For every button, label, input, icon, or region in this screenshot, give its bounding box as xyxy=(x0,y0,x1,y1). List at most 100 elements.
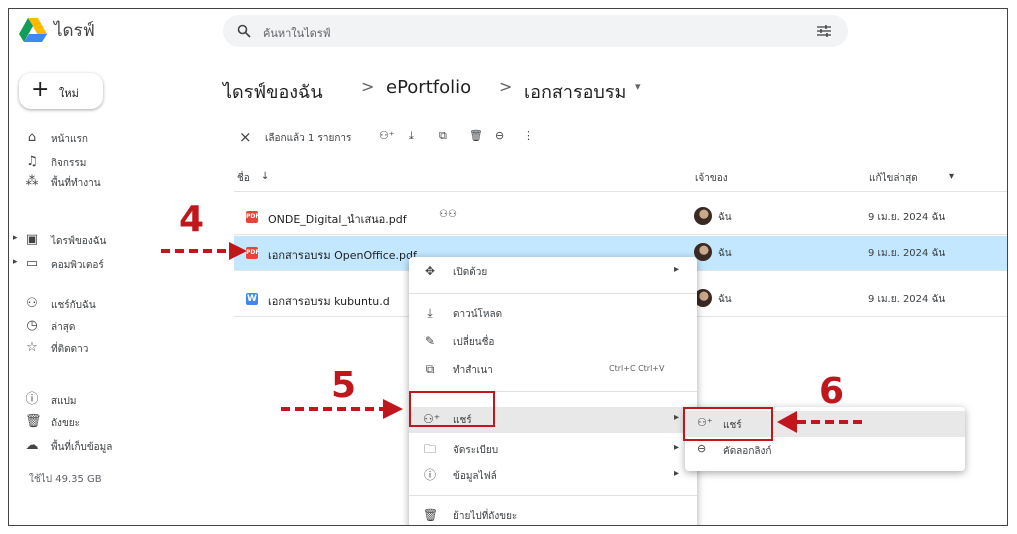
sidebar-item-label: กิจกรรม xyxy=(51,158,87,169)
bell-icon: ♫ xyxy=(26,154,38,169)
file-modified: 9 เม.ย. 2024 ฉัน xyxy=(868,248,946,259)
trash-icon[interactable]: 🗑 xyxy=(469,129,483,142)
my-drive-icon: ▣ xyxy=(25,232,39,247)
link-icon: ⊖ xyxy=(697,442,707,455)
menu-divider xyxy=(409,293,697,294)
sidebar-item-label: ที่ติดดาว xyxy=(51,344,89,355)
submenu-arrow-icon: ▸ xyxy=(673,412,679,423)
sidebar-item-shared[interactable]: ⚇ แชร์กับฉัน xyxy=(9,295,209,317)
app-name: ไดรฟ์ xyxy=(54,21,95,41)
doc-file-icon: W xyxy=(246,293,258,305)
menu-item-file-info[interactable]: ⓘ ข้อมูลไฟล์ ▸ xyxy=(409,463,697,489)
more-actions-icon[interactable]: ⋮ xyxy=(523,129,534,142)
submenu-arrow-icon: ▸ xyxy=(673,442,679,453)
sidebar-item-home[interactable]: ⌂ หน้าแรก xyxy=(9,129,209,151)
sidebar-item-label: ถังขยะ xyxy=(51,418,81,429)
arrow-step-5-icon xyxy=(281,399,403,419)
expand-caret-icon[interactable]: ▸ xyxy=(13,257,18,267)
sidebar-item-label: หน้าแรก xyxy=(51,134,88,145)
new-label: ใหม่ xyxy=(59,87,79,100)
pdf-file-icon: PDF xyxy=(246,211,259,223)
column-owner: เจ้าของ xyxy=(695,173,728,184)
breadcrumb-mid[interactable]: ePortfolio xyxy=(386,77,471,98)
search-input[interactable]: ค้นหาในไดรฟ์ xyxy=(263,24,331,42)
menu-item-rename[interactable]: ✎ เปลี่ยนชื่อ xyxy=(409,329,697,355)
sidebar-item-recent[interactable]: ◷ ล่าสุด xyxy=(9,317,209,339)
file-name: เอกสารอบรม kubuntu.d xyxy=(268,295,390,308)
column-name[interactable]: ชื่อ xyxy=(237,171,250,186)
menu-item-copy[interactable]: ⧉ ทำสำเนา Ctrl+C Ctrl+V xyxy=(409,357,697,383)
sidebar-item-workspaces[interactable]: ⁂ พื้นที่ทำงาน xyxy=(9,173,209,195)
shortcut-label: Ctrl+C Ctrl+V xyxy=(609,364,665,373)
sidebar-item-activity[interactable]: ♫ กิจกรรม xyxy=(9,153,209,175)
menu-item-download[interactable]: ⤓ ดาวน์โหลด xyxy=(409,301,697,327)
sidebar-item-storage[interactable]: ☁ พื้นที่เก็บข้อมูล xyxy=(9,437,209,459)
expand-caret-icon[interactable]: ▸ xyxy=(13,233,18,243)
menu-item-label: เปิดด้วย xyxy=(453,267,488,278)
menu-item-label: เปลี่ยนชื่อ xyxy=(453,337,495,348)
submenu-item-label: คัดลอกลิงก์ xyxy=(723,446,772,457)
file-name: ONDE_Digital_นำเสนอ.pdf xyxy=(268,213,407,226)
menu-item-organize[interactable]: 🗀 จัดระเบียบ ▸ xyxy=(409,437,697,463)
sidebar-item-spam[interactable]: ⓘ สแปม xyxy=(9,391,209,413)
trash-icon: 🗑 xyxy=(423,508,439,522)
menu-item-label: จัดระเบียบ xyxy=(453,445,499,456)
header-divider xyxy=(234,191,1007,192)
sidebar-item-label: คอมพิวเตอร์ xyxy=(51,260,104,271)
menu-item-open-with[interactable]: ✥ เปิดด้วย ▸ xyxy=(409,259,697,285)
breadcrumb-root[interactable]: ไดรฟ์ของฉัน xyxy=(223,77,323,106)
drive-logo-icon xyxy=(19,18,47,42)
step-6-label: 6 xyxy=(819,371,845,412)
column-modified[interactable]: แก้ไขล่าสุด xyxy=(869,171,918,186)
step-4-label: 4 xyxy=(179,199,205,240)
menu-item-label: ข้อมูลไฟล์ xyxy=(453,471,497,482)
sidebar-item-trash[interactable]: 🗑 ถังขยะ xyxy=(9,413,209,435)
workspaces-icon: ⁂ xyxy=(25,174,39,189)
file-owner: ฉัน xyxy=(718,294,732,305)
download-icon[interactable]: ⤓ xyxy=(409,129,414,143)
menu-item-label: ย้ายไปที่ถังขยะ xyxy=(453,511,518,522)
file-modified: 9 เม.ย. 2024 ฉัน xyxy=(868,212,946,223)
submenu-arrow-icon: ▸ xyxy=(673,468,679,479)
search-icon xyxy=(237,24,251,38)
submenu-arrow-icon: ▸ xyxy=(673,264,679,275)
move-icon[interactable]: ⧉ xyxy=(439,129,447,143)
sort-dropdown-icon[interactable]: ▾ xyxy=(949,171,954,182)
shared-icon: ⚇ xyxy=(26,296,38,311)
breadcrumb-current[interactable]: เอกสารอบรม xyxy=(524,77,626,106)
clear-selection-icon[interactable]: × xyxy=(239,128,252,146)
sidebar-item-label: ล่าสุด xyxy=(51,322,76,333)
sidebar-item-label: พื้นที่ทำงาน xyxy=(51,178,101,189)
home-icon: ⌂ xyxy=(27,130,37,145)
computer-icon: ▭ xyxy=(25,256,39,271)
sort-arrow-icon[interactable]: ↓ xyxy=(261,171,269,182)
storage-usage: ใช้ไป 49.35 GB xyxy=(29,474,102,485)
drive-window: ไดรฟ์ ค้นหาในไดรฟ์ + ใหม่ ⌂ หน้าแรก ♫ กิ… xyxy=(8,8,1008,526)
arrow-step-4-icon xyxy=(161,242,247,260)
trash-icon: 🗑 xyxy=(25,414,42,429)
new-button[interactable]: + ใหม่ xyxy=(19,73,103,109)
plus-icon: + xyxy=(31,77,50,102)
selection-toolbar: × เลือกแล้ว 1 รายการ ⚇⁺ ⤓ ⧉ 🗑 ⊖ ⋮ xyxy=(229,123,1007,153)
file-owner: ฉัน xyxy=(718,212,732,223)
sidebar-item-label: สแปม xyxy=(51,396,77,407)
search-bar[interactable]: ค้นหาในไดรฟ์ xyxy=(223,15,848,47)
arrow-step-6-icon xyxy=(777,411,863,433)
pencil-icon: ✎ xyxy=(424,334,436,348)
folder-icon: 🗀 xyxy=(423,442,436,456)
table-row[interactable]: PDF ONDE_Digital_นำเสนอ.pdf ⚇⚇ ฉัน 9 เม.… xyxy=(234,200,1007,235)
filter-icon[interactable] xyxy=(817,25,831,37)
breadcrumb-separator: > xyxy=(499,77,513,96)
sidebar-item-label: แชร์กับฉัน xyxy=(51,300,96,311)
menu-item-label: ดาวน์โหลด xyxy=(453,309,503,320)
menu-item-label: ทำสำเนา xyxy=(453,365,493,376)
sidebar-item-label: ไดรฟ์ของฉัน xyxy=(51,236,107,247)
avatar xyxy=(694,207,712,225)
link-icon[interactable]: ⊖ xyxy=(495,129,504,142)
share-icon[interactable]: ⚇⁺ xyxy=(379,129,395,142)
menu-item-move-to-trash[interactable]: 🗑 ย้ายไปที่ถังขยะ xyxy=(409,503,697,525)
sidebar-item-starred[interactable]: ☆ ที่ติดดาว xyxy=(9,339,209,361)
copy-icon: ⧉ xyxy=(425,362,435,376)
breadcrumb-dropdown-icon[interactable]: ▾ xyxy=(635,80,641,93)
sidebar-item-label: พื้นที่เก็บข้อมูล xyxy=(51,442,113,453)
